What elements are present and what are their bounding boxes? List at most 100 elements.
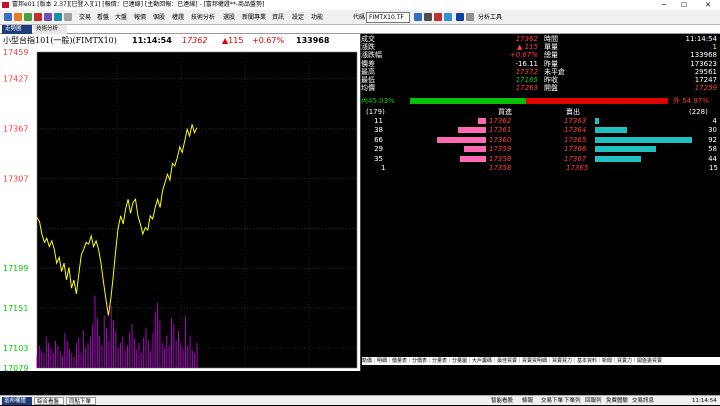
code-input[interactable] [366,12,410,23]
layout-icon[interactable] [44,13,52,21]
chat-icon[interactable] [444,13,452,21]
alert-icon[interactable] [34,13,42,21]
search-icon[interactable] [414,13,422,21]
bid-qty-bar [477,118,486,124]
volume-bar [52,353,54,368]
close-button[interactable]: ✕ [697,0,719,10]
volume-bar [154,311,156,368]
volume-bar [122,336,124,368]
volume-bar [194,353,196,368]
inner-ratio-label: 內45.03% [361,97,395,105]
bid-price: 17361 [489,126,512,135]
menu-technical[interactable]: 技術分析 [191,10,215,25]
volume-bar [187,345,189,368]
cursor-icon[interactable] [456,13,464,21]
y-tick-label: 17247 [3,224,28,233]
monitor-icon[interactable] [424,13,432,21]
volume-bar [168,345,170,368]
window-icon[interactable] [54,13,62,21]
outer-ratio-label: 外 54.97% [673,97,709,105]
volume-bar [126,345,128,368]
quote-label: 漲跌幅 [361,51,382,60]
status-tab-fubon-warrant[interactable]: 富邦權證 [2,397,32,405]
bid-qty: 29 [374,145,383,154]
menu-functions[interactable]: 功能 [311,10,323,25]
bid-qty: 35 [374,154,383,163]
ask-qty: 92 [708,135,717,144]
menu-bar: 交易 看盤 大盤 報價 個股 權證 技術分析 選股 新聞專業 資訊 設定 功能 … [0,10,720,25]
view-tab-bar: 走勢圖 技術分析 [0,25,720,34]
volume-bar [78,338,80,368]
volume-bar [75,343,77,368]
settings-icon[interactable] [64,13,72,21]
y-tick-label: 17459 [3,48,28,57]
refresh-icon[interactable] [24,13,32,21]
menu-news[interactable]: 新聞專業 [242,10,266,25]
y-tick-label: 17103 [3,344,28,353]
volume-bar [166,335,168,368]
status-tab-order[interactable]: 同點下單 [66,397,96,405]
bid-total-count: (179) [366,108,385,116]
maximize-button[interactable]: ☐ [676,0,692,10]
volume-bar [92,324,94,368]
ask-qty-bar [595,127,627,134]
quote-value: 17362 [515,35,538,43]
ask-price: 17363 [564,117,587,125]
menu-screener[interactable]: 選股 [223,10,235,25]
bid-price: 17358 [489,154,512,163]
analysis-tools-menu[interactable]: 分析工具 [478,10,502,25]
quote-label: 最低 [361,76,375,84]
tab-technical-analysis[interactable]: 技術分析 [33,25,67,34]
quote-label: 均價 [361,84,375,93]
volume-bar [110,305,112,368]
menu-trade[interactable]: 交易 [79,10,91,25]
volume-bar [152,333,154,368]
tab-trend-chart[interactable]: 走勢圖 [2,25,32,34]
volume-bar [96,318,98,368]
outer-ratio-fill [526,98,668,104]
volume-bar [101,345,103,368]
menu-quote[interactable]: 報價 [134,10,146,25]
volume-bar [170,318,172,368]
quote-label: 昨收 [544,76,558,84]
volume-bar [136,349,138,368]
volume-bar [64,333,66,368]
volume-bar [66,340,68,368]
minimize-button[interactable]: ─ [656,0,672,10]
home-icon[interactable] [4,13,12,21]
quote-label: 昨量 [544,59,558,68]
volume-bar [189,335,191,368]
quote-value: 11:14:54 [685,35,717,43]
y-tick-label: 17307 [3,174,28,183]
quote-value: 29561 [694,67,717,76]
quote-label: 價差 [361,59,375,68]
menu-info[interactable]: 資訊 [272,10,284,25]
volume-bar [119,343,121,368]
quote-value: 17372 [515,67,538,76]
volume-bar [94,295,96,368]
inner-ratio-fill [410,98,527,104]
menu-warrant[interactable]: 權證 [172,10,184,25]
quote-label: 最高 [361,67,375,76]
print-icon[interactable] [466,13,474,21]
record-icon[interactable] [434,13,442,21]
ask-price: 17366 [564,145,587,154]
y-tick-label: 17367 [3,125,28,134]
volume-bar [196,343,198,368]
volume-bar [50,348,52,368]
volume-bar [143,338,145,368]
indicator-tab-strip[interactable]: 軌價｜明細｜價量表｜分價表｜分量表｜分量圖｜大戶籌碼｜最佳買賣｜買賣買明細｜買賣… [362,357,720,365]
volume-bar [45,336,47,368]
menu-stock[interactable]: 個股 [153,10,165,25]
status-tab-overview[interactable]: 綜合看盤 [34,397,64,405]
menu-market[interactable]: 大盤 [115,10,127,25]
volume-bar [43,353,45,368]
favorite-icon[interactable] [14,13,22,21]
menu-settings[interactable]: 設定 [292,10,304,25]
volume-bar [41,350,43,368]
ask-qty: 30 [708,126,717,135]
intraday-chart[interactable]: 17459 17427 17367 17307 17247 17199 17151 17103… [0,48,360,371]
quote-label: 時間 [544,35,558,43]
volume-bar [159,320,161,368]
menu-watch[interactable]: 看盤 [97,10,109,25]
